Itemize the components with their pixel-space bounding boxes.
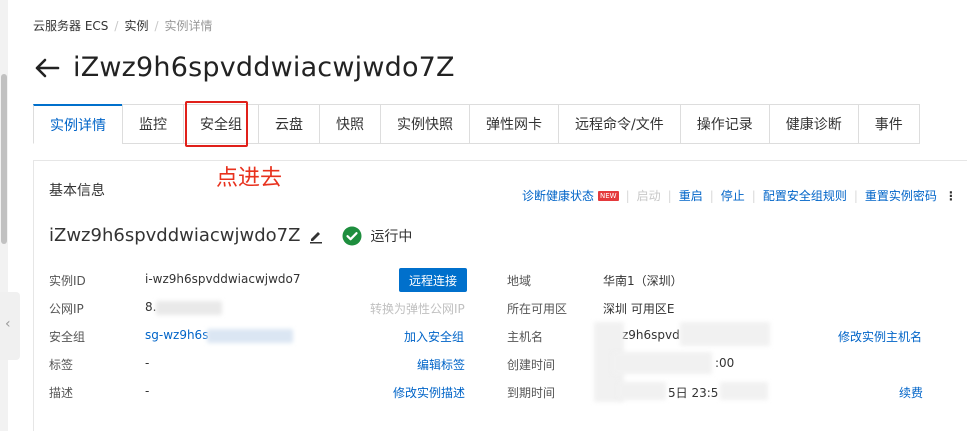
scrollbar-thumb[interactable] bbox=[1, 74, 7, 244]
redacted-security-group bbox=[207, 329, 293, 343]
breadcrumb-item-current: 实例详情 bbox=[164, 19, 213, 33]
action-bar: 诊断健康状态 NEW | 启动 | 重启 | 停止 | 配置安全组规则 | 重置… bbox=[522, 187, 957, 204]
back-arrow-icon[interactable] bbox=[33, 54, 61, 82]
label-description: 描述 bbox=[49, 386, 74, 400]
label-region: 地域 bbox=[507, 274, 532, 288]
label-security-group: 安全组 bbox=[49, 330, 86, 344]
value-created-time-tail: :00 bbox=[715, 356, 735, 370]
breadcrumb-item-ecs[interactable]: 云服务器 ECS bbox=[33, 19, 108, 33]
renew-link[interactable]: 续费 bbox=[899, 384, 923, 401]
value-instance-id: i-wz9h6spvddwiacwjwdo7 bbox=[145, 272, 301, 286]
redacted-hostname-tail bbox=[680, 322, 770, 346]
label-expire-time: 到期时间 bbox=[507, 386, 556, 400]
edit-hostname-link[interactable]: 修改实例主机名 bbox=[838, 328, 922, 345]
edit-description-link[interactable]: 修改实例描述 bbox=[393, 384, 465, 401]
page-title: iZwz9h6spvddwiacwjwdo7Z bbox=[73, 52, 455, 83]
label-instance-id: 实例ID bbox=[49, 274, 86, 288]
collapse-handle[interactable]: ‹ bbox=[0, 292, 20, 360]
edit-tags-link[interactable]: 编辑标签 bbox=[417, 356, 465, 373]
tab-health-diagnosis[interactable]: 健康诊断 bbox=[768, 104, 858, 144]
config-security-group-rules-link[interactable]: 配置安全组规则 bbox=[763, 187, 847, 204]
tab-bar: 实例详情 监控 安全组 云盘 快照 实例快照 弹性网卡 远程命令/文件 操作记录… bbox=[33, 101, 920, 147]
annotation-click-here: 点进去 bbox=[216, 166, 283, 191]
value-zone: 深圳 可用区E bbox=[603, 302, 675, 316]
label-public-ip: 公网IP bbox=[49, 302, 84, 316]
value-description: - bbox=[145, 384, 150, 398]
reset-password-link[interactable]: 重置实例密码 bbox=[865, 187, 937, 204]
value-hostname: z9h6spvd bbox=[622, 328, 680, 342]
instance-name: iZwz9h6spvddwiacwjwdo7Z bbox=[49, 225, 301, 246]
remote-connect-button[interactable]: 远程连接 bbox=[399, 268, 467, 292]
value-security-group-link[interactable]: sg-wz9h6s bbox=[145, 328, 208, 342]
redacted-created-time bbox=[612, 352, 712, 374]
redacted-public-ip bbox=[156, 301, 222, 315]
tab-remote-command[interactable]: 远程命令/文件 bbox=[558, 104, 680, 144]
join-security-group-link[interactable]: 加入安全组 bbox=[404, 328, 464, 345]
tab-monitor[interactable]: 监控 bbox=[122, 104, 183, 144]
redacted-expire-time bbox=[618, 382, 666, 400]
left-scrollbar[interactable]: ‹ bbox=[0, 0, 20, 431]
check-circle-icon bbox=[342, 226, 362, 246]
tab-operation-log[interactable]: 操作记录 bbox=[679, 104, 769, 144]
tab-instance-snapshot[interactable]: 实例快照 bbox=[380, 104, 469, 144]
label-tags: 标签 bbox=[49, 358, 74, 372]
label-hostname: 主机名 bbox=[507, 330, 544, 344]
section-title: 基本信息 bbox=[49, 183, 105, 199]
tab-eni[interactable]: 弹性网卡 bbox=[469, 104, 558, 144]
tab-snapshot[interactable]: 快照 bbox=[319, 104, 380, 144]
start-link[interactable]: 启动 bbox=[637, 187, 661, 204]
label-created-time: 创建时间 bbox=[507, 358, 556, 372]
value-expire-time-tail: 5日 23:5 bbox=[668, 386, 719, 400]
stop-link[interactable]: 停止 bbox=[721, 187, 745, 204]
page-header: iZwz9h6spvddwiacwjwdo7Z bbox=[33, 52, 455, 83]
breadcrumb-item-instances[interactable]: 实例 bbox=[124, 19, 148, 33]
breadcrumb: 云服务器 ECS / 实例 / 实例详情 bbox=[33, 19, 213, 33]
redacted-expire-time-tail bbox=[720, 382, 768, 400]
more-vertical-icon[interactable]: ⋮ bbox=[945, 189, 957, 203]
tab-events[interactable]: 事件 bbox=[857, 104, 920, 144]
instance-name-row: iZwz9h6spvddwiacwjwdo7Z 运行中 bbox=[49, 225, 412, 246]
tab-security-group[interactable]: 安全组 bbox=[183, 101, 258, 147]
label-zone: 所在可用区 bbox=[507, 302, 568, 316]
convert-eip-link[interactable]: 转换为弹性公网IP bbox=[370, 300, 465, 317]
chevron-left-icon: ‹ bbox=[5, 316, 11, 332]
status-text: 运行中 bbox=[370, 228, 413, 245]
value-public-ip: 8. bbox=[145, 300, 157, 314]
tab-cloud-disk[interactable]: 云盘 bbox=[258, 104, 319, 144]
value-tags: - bbox=[145, 356, 150, 370]
edit-pencil-icon[interactable] bbox=[308, 228, 324, 244]
restart-link[interactable]: 重启 bbox=[679, 187, 703, 204]
new-badge: NEW bbox=[598, 190, 619, 201]
value-region: 华南1（深圳） bbox=[603, 274, 683, 288]
tab-instance-detail[interactable]: 实例详情 bbox=[33, 104, 122, 144]
diagnose-health-link[interactable]: 诊断健康状态 bbox=[522, 187, 594, 204]
